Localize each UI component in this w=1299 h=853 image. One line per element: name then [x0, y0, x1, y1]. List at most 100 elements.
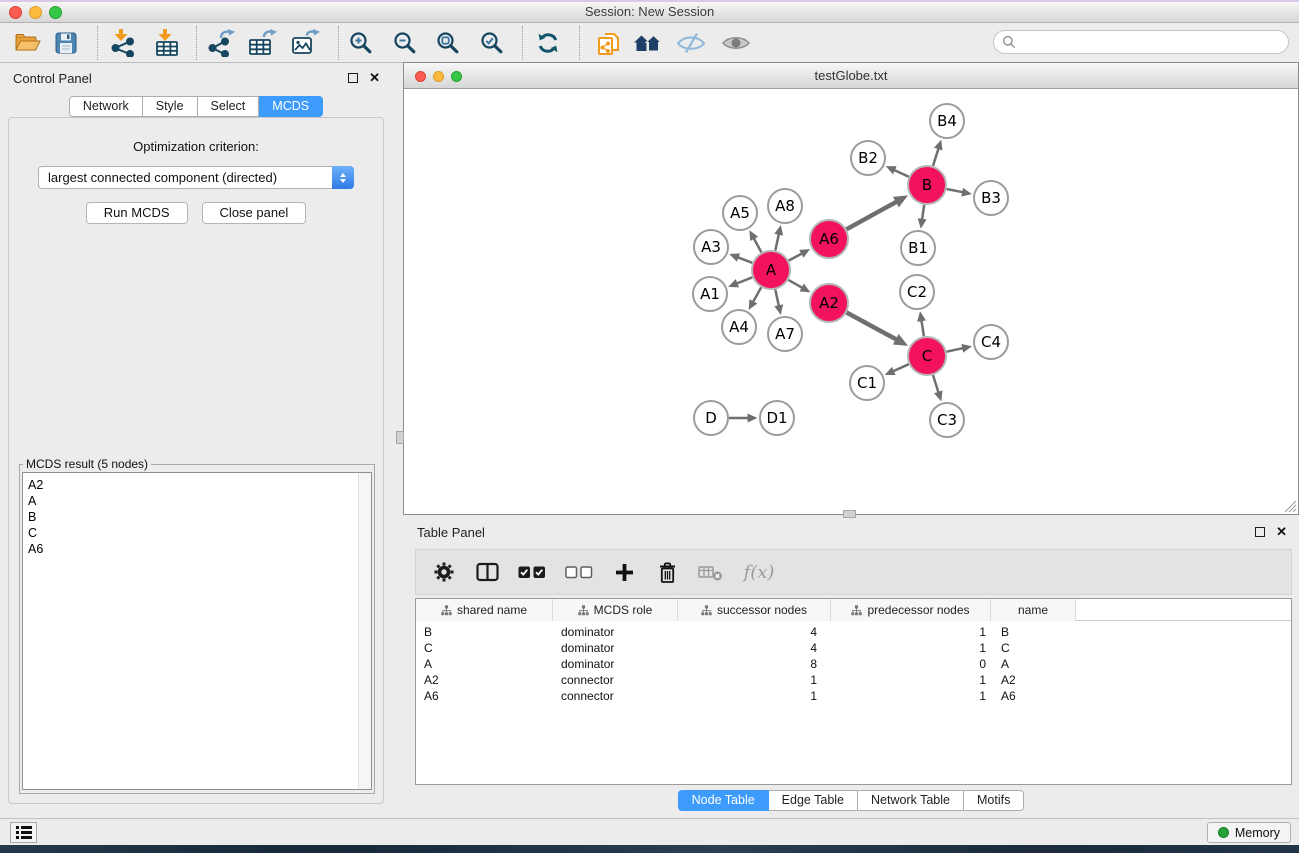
- select-all-columns-icon[interactable]: [517, 557, 547, 587]
- graph-edge-A-A2[interactable]: [788, 280, 802, 288]
- graph-node-A5[interactable]: A5: [723, 196, 757, 230]
- add-column-icon[interactable]: [611, 557, 637, 587]
- graph-edge-C-C1[interactable]: [893, 364, 908, 371]
- column-header-name[interactable]: name: [991, 599, 1076, 621]
- network-canvas[interactable]: B4 B2 B B3 A5 A8A6 B1 A3 A A1 C2 A2 A4 A7 C4 C C1 D D1 C3: [404, 90, 1298, 514]
- result-list-scrollbar[interactable]: [358, 473, 371, 789]
- mcds-result-item[interactable]: C: [28, 525, 371, 541]
- table-row-b[interactable]: Bdominator41B: [416, 624, 1291, 640]
- network-minimize-button[interactable]: [433, 71, 444, 82]
- graph-node-B2[interactable]: B2: [851, 141, 885, 175]
- graph-node-B1[interactable]: B1: [901, 231, 935, 265]
- network-from-file-icon[interactable]: [591, 27, 625, 59]
- table-tab-node-table[interactable]: Node Table: [678, 790, 769, 811]
- graph-node-D[interactable]: D: [694, 401, 728, 435]
- splitter-handle-left[interactable]: [396, 431, 404, 444]
- task-history-button[interactable]: [10, 822, 37, 843]
- float-panel-icon[interactable]: [348, 73, 358, 83]
- close-panel-button[interactable]: Close panel: [202, 202, 307, 224]
- close-panel-icon[interactable]: ✕: [369, 72, 380, 83]
- graph-node-C2[interactable]: C2: [900, 275, 934, 309]
- table-row-a[interactable]: Adominator80A: [416, 656, 1291, 672]
- window-resize-grip[interactable]: [1284, 500, 1297, 513]
- tab-network[interactable]: Network: [69, 96, 143, 117]
- save-session-icon[interactable]: [49, 27, 83, 59]
- minimize-window-button[interactable]: [29, 6, 42, 19]
- graph-node-A3[interactable]: A3: [694, 230, 728, 264]
- export-network-icon[interactable]: [204, 27, 238, 59]
- graph-node-D1[interactable]: D1: [760, 401, 794, 435]
- graph-node-B[interactable]: B: [908, 166, 946, 204]
- graph-node-A4[interactable]: A4: [722, 310, 756, 344]
- close-window-button[interactable]: [9, 6, 22, 19]
- table-tab-motifs[interactable]: Motifs: [964, 790, 1024, 811]
- network-graph[interactable]: B4 B2 B B3 A5 A8A6 B1 A3 A A1 C2 A2 A4 A7 C4 C C1 D D1 C3: [404, 90, 1298, 515]
- graph-edge-C-C4[interactable]: [947, 348, 963, 352]
- mcds-result-item[interactable]: A2: [28, 477, 371, 493]
- graph-edge-A-A7[interactable]: [775, 290, 779, 306]
- column-header-predecessor-nodes[interactable]: predecessor nodes: [831, 599, 991, 621]
- graph-edge-B-B4[interactable]: [933, 149, 938, 166]
- show-details-icon[interactable]: [719, 27, 753, 59]
- table-tab-network-table[interactable]: Network Table: [858, 790, 964, 811]
- home-icon[interactable]: [631, 27, 665, 59]
- zoom-window-button[interactable]: [49, 6, 62, 19]
- import-network-icon[interactable]: [106, 27, 140, 59]
- graph-node-A8[interactable]: A8: [768, 189, 802, 223]
- graph-node-B4[interactable]: B4: [930, 104, 964, 138]
- deselect-all-columns-icon[interactable]: [564, 557, 594, 587]
- tab-mcds[interactable]: MCDS: [259, 96, 323, 117]
- hide-details-icon[interactable]: [674, 27, 708, 59]
- split-columns-icon[interactable]: [474, 557, 500, 587]
- graph-edge-A-A6[interactable]: [789, 254, 802, 261]
- mcds-result-item[interactable]: A6: [28, 541, 371, 557]
- search-box[interactable]: [993, 30, 1289, 54]
- graph-node-C1[interactable]: C1: [850, 366, 884, 400]
- mcds-result-item[interactable]: A: [28, 493, 371, 509]
- column-header-successor-nodes[interactable]: successor nodes: [678, 599, 831, 621]
- graph-edge-B-B3[interactable]: [947, 189, 963, 192]
- gear-icon[interactable]: [431, 557, 457, 587]
- graph-edge-C-C2[interactable]: [922, 321, 924, 337]
- refresh-icon[interactable]: [531, 27, 565, 59]
- graph-node-A6[interactable]: A6: [810, 220, 848, 258]
- table-row-c[interactable]: Cdominator41C: [416, 640, 1291, 656]
- graph-edge-C-C3[interactable]: [933, 375, 938, 392]
- tab-style[interactable]: Style: [143, 96, 198, 117]
- graph-node-A[interactable]: A: [752, 251, 790, 289]
- close-table-panel-icon[interactable]: ✕: [1276, 526, 1287, 537]
- table-tab-edge-table[interactable]: Edge Table: [769, 790, 858, 811]
- graph-edge-B-B2[interactable]: [894, 170, 908, 177]
- table-row-a6[interactable]: A6connector11A6: [416, 688, 1291, 704]
- mcds-result-list[interactable]: A2ABCA6: [22, 472, 372, 790]
- run-mcds-button[interactable]: Run MCDS: [86, 202, 188, 224]
- table-row-a2[interactable]: A2connector11A2: [416, 672, 1291, 688]
- zoom-in-icon[interactable]: [344, 27, 378, 59]
- graph-node-C4[interactable]: C4: [974, 325, 1008, 359]
- zoom-out-icon[interactable]: [388, 27, 422, 59]
- graph-node-A1[interactable]: A1: [693, 277, 727, 311]
- network-close-button[interactable]: [415, 71, 426, 82]
- open-session-icon[interactable]: [10, 27, 44, 59]
- optimization-criterion-select[interactable]: largest connected component (directed): [38, 166, 354, 189]
- graph-edge-A-A8[interactable]: [775, 234, 779, 250]
- graph-node-C3[interactable]: C3: [930, 403, 964, 437]
- import-table-icon[interactable]: [150, 27, 184, 59]
- graph-edge-A6-B[interactable]: [847, 202, 897, 229]
- float-table-panel-icon[interactable]: [1255, 527, 1265, 537]
- splitter-handle-bottom[interactable]: [843, 510, 856, 518]
- graph-node-B3[interactable]: B3: [974, 181, 1008, 215]
- tab-select[interactable]: Select: [198, 96, 260, 117]
- graph-edge-B-B1[interactable]: [922, 205, 924, 220]
- delete-column-icon[interactable]: [654, 557, 680, 587]
- export-table-icon[interactable]: [246, 27, 280, 59]
- graph-node-C[interactable]: C: [908, 337, 946, 375]
- memory-button[interactable]: Memory: [1207, 822, 1291, 843]
- column-header-mcds-role[interactable]: MCDS role: [553, 599, 678, 621]
- export-image-icon[interactable]: [289, 27, 323, 59]
- graph-edge-A2-C[interactable]: [847, 313, 897, 340]
- graph-node-A2[interactable]: A2: [810, 284, 848, 322]
- graph-node-A7[interactable]: A7: [768, 317, 802, 351]
- graph-edge-A-A1[interactable]: [737, 277, 752, 283]
- graph-edge-A-A5[interactable]: [754, 239, 762, 253]
